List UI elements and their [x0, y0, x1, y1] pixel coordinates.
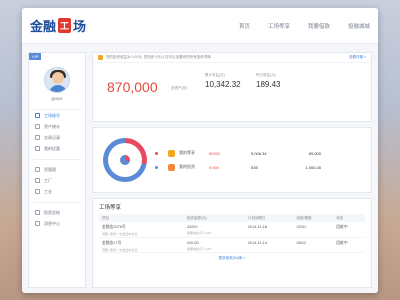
summary-card: 您的投资收益为 0.00元, 您还有 0元以 在可以查看你的所有投资详情 查看详… — [92, 52, 372, 122]
accumulated-earnings: 累计收益(元) 10,342.32 — [205, 73, 241, 89]
sidebar-item-coupons[interactable]: 我的优惠 — [29, 143, 85, 154]
building-icon — [35, 189, 40, 194]
nav-item-city[interactable]: 投融城城 — [348, 22, 370, 30]
notice-bar: 您的投资收益为 0.00元, 您还有 0元以 在可以查看你的所有投资详情 查看详… — [93, 53, 371, 63]
username: grace — [51, 96, 63, 101]
sidebar-item-messages[interactable]: 消息中心 — [29, 218, 85, 229]
sidebar-item-assets[interactable]: 资产统计 — [29, 121, 85, 132]
app-window: 金融 工 场 首页 工场等享 我要借款 投融城城 VIP grace 工场账号 — [22, 8, 378, 293]
total-assets-value: 870,000 — [107, 79, 158, 95]
sidebar: VIP grace 工场账号 资产统计 交易记录 我的优惠 资管理 工厂 工业 … — [28, 52, 86, 288]
notice-text: 您的投资收益为 0.00元, 您还有 0元以 在可以查看你的所有投资详情 — [106, 55, 211, 59]
sidebar-item-account[interactable]: 工场账号 — [29, 110, 85, 121]
notice-more-link[interactable]: 查看详情 > — [349, 55, 366, 60]
yesterday-earnings: 昨日收益(元) 189.43 — [256, 73, 281, 89]
avatar[interactable] — [44, 67, 70, 93]
table-row[interactable]: 金融金2076号 到期, 借款/一次性还本付息 43200 到期收益(元): 12%… — [99, 222, 365, 238]
report-icon — [35, 210, 40, 215]
folder-icon — [35, 167, 40, 172]
content-area: VIP grace 工场账号 资产统计 交易记录 我的优惠 资管理 工厂 工业 … — [22, 44, 378, 288]
more-investments-link[interactable]: 更多投资(54)条 > — [99, 256, 365, 261]
sidebar-item-factory[interactable]: 工厂 — [29, 175, 85, 186]
nav-item-home[interactable]: 首页 — [239, 22, 250, 30]
asset-distribution-card: 我的等享 89200 9,006.34 89,000 我的投资 9,000 53… — [92, 127, 372, 193]
gift-icon — [35, 146, 40, 151]
chart-icon — [35, 124, 40, 129]
vip-badge: VIP — [29, 53, 42, 60]
list-icon — [35, 135, 40, 140]
bell-icon — [98, 55, 103, 60]
investments-table: 项目 投资金额(元) 计划到期日 回款/期数 状态 金融金2076号 到期, 借款… — [99, 214, 365, 253]
share-icon — [168, 149, 175, 157]
nav-item-share[interactable]: 工场等享 — [268, 22, 290, 30]
investments-table-card: 工场等享 项目 投资金额(元) 计划到期日 回款/期数 状态 金融金2076号 … — [92, 198, 372, 288]
total-assets-label: 总资产(元) — [171, 86, 188, 90]
main-nav: 首页 工场等享 我要借款 投融城城 — [239, 22, 370, 30]
section-title: 工场等享 — [99, 205, 122, 211]
brand-logo[interactable]: 金融 工 场 — [30, 16, 86, 35]
main-panel: 您的投资收益为 0.00元, 您还有 0元以 在可以查看你的所有投资详情 查看详… — [92, 52, 372, 288]
invest-icon — [168, 163, 175, 171]
sidebar-item-industry[interactable]: 工业 — [29, 186, 85, 197]
home-icon — [35, 113, 40, 118]
table-row[interactable]: 金融金27号 到期, 借款/一次性还本付息 100.00 到期收益(元): 12% … — [99, 237, 365, 253]
asset-donut-chart — [103, 138, 147, 182]
sidebar-item-manage[interactable]: 资管理 — [29, 164, 85, 175]
top-nav: 金融 工 场 首页 工场等享 我要借款 投融城城 — [22, 8, 378, 44]
sidebar-item-summary[interactable]: 投资总结 — [29, 207, 85, 218]
mail-icon — [35, 221, 40, 226]
asset-row[interactable]: 我的投资 9,000 535 1,000.26 — [155, 160, 361, 174]
sidebar-item-transactions[interactable]: 交易记录 — [29, 132, 85, 143]
nav-item-borrow[interactable]: 我要借款 — [308, 22, 330, 30]
factory-icon — [35, 178, 40, 183]
asset-rows: 我的等享 89200 9,006.34 89,000 我的投资 9,000 53… — [155, 146, 361, 174]
asset-row[interactable]: 我的等享 89200 9,006.34 89,000 — [155, 146, 361, 160]
